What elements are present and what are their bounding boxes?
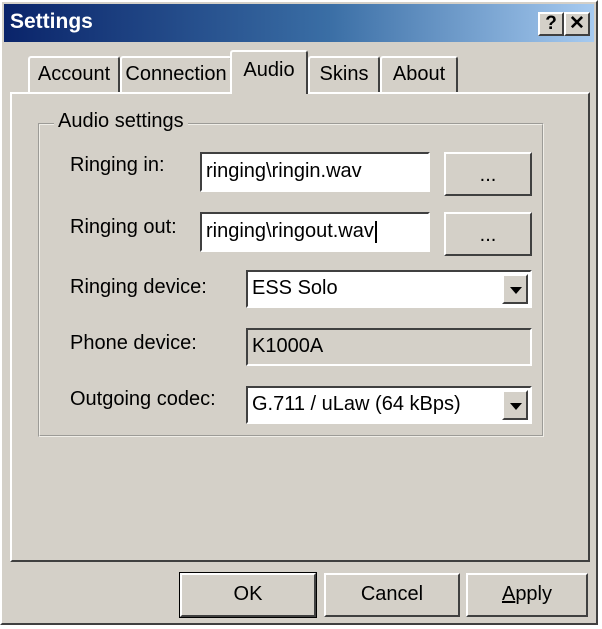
apply-mnemonic: A <box>501 583 516 605</box>
title-bar: Settings ? ✕ <box>4 4 594 42</box>
outgoing-codec-value: G.711 / uLaw (64 kBps) <box>252 393 461 415</box>
close-button[interactable]: ✕ <box>564 12 590 36</box>
audio-settings-legend: Audio settings <box>54 110 188 133</box>
tab-connection[interactable]: Connection <box>120 56 232 94</box>
text-cursor <box>374 220 377 243</box>
ringing-in-field[interactable]: ringing\ringin.wav <box>200 152 430 192</box>
settings-dialog: Settings ? ✕ Account Connection Audio Sk… <box>0 0 598 625</box>
ringing-device-select[interactable]: ESS Solo <box>246 270 532 308</box>
apply-button[interactable]: Apply <box>466 573 588 617</box>
apply-label: pply <box>515 583 553 605</box>
window-title: Settings <box>10 10 93 33</box>
ringing-device-label: Ringing device: <box>70 276 207 298</box>
outgoing-codec-label: Outgoing codec: <box>70 388 216 410</box>
tab-account[interactable]: Account <box>28 56 120 94</box>
cancel-button[interactable]: Cancel <box>324 573 460 617</box>
ok-button[interactable]: OK <box>179 572 317 618</box>
chevron-down-icon[interactable] <box>502 274 528 304</box>
ringing-out-value: ringing\ringout.wav <box>206 220 374 242</box>
outgoing-codec-select[interactable]: G.711 / uLaw (64 kBps) <box>246 386 532 424</box>
help-button[interactable]: ? <box>538 12 564 36</box>
phone-device-value: K1000A <box>252 335 324 357</box>
phone-device-field: K1000A <box>246 328 532 366</box>
ringing-in-label: Ringing in: <box>70 154 165 176</box>
ringing-out-field[interactable]: ringing\ringout.wav <box>200 212 430 252</box>
chevron-down-icon[interactable] <box>502 390 528 420</box>
ringing-out-label: Ringing out: <box>70 216 177 238</box>
ringing-out-browse-button[interactable]: ... <box>444 212 532 256</box>
tab-audio[interactable]: Audio <box>230 50 308 94</box>
ringing-device-value: ESS Solo <box>252 277 338 299</box>
ringing-in-value: ringing\ringin.wav <box>206 160 362 182</box>
tab-skins[interactable]: Skins <box>308 56 380 94</box>
ringing-in-browse-button[interactable]: ... <box>444 152 532 196</box>
phone-device-label: Phone device: <box>70 332 197 354</box>
tab-about[interactable]: About <box>380 56 458 94</box>
